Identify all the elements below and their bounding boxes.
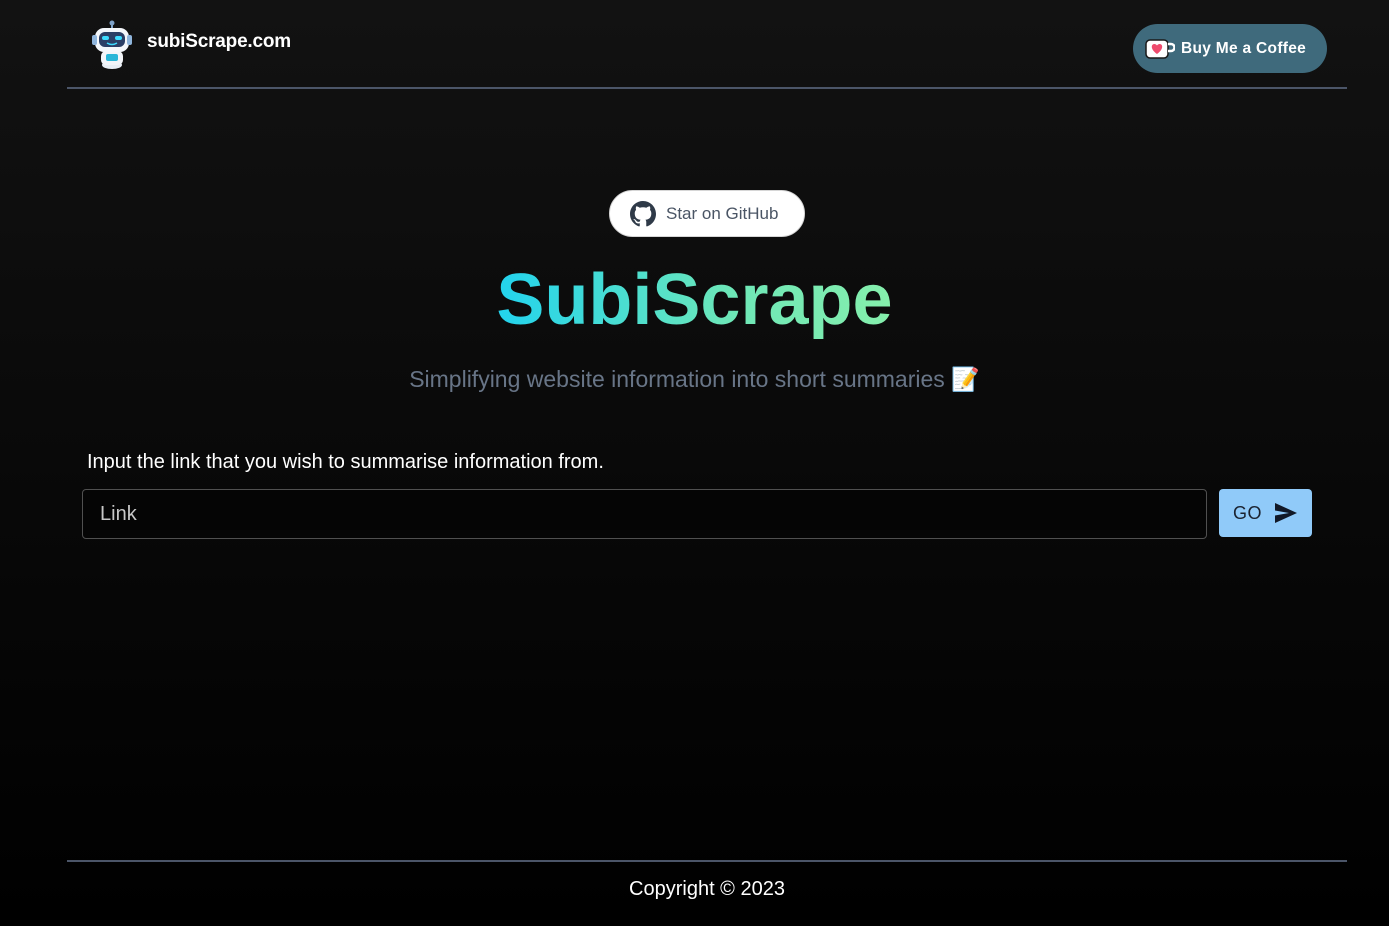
site-header: subiScrape.com Buy Me a Coffee [67, 0, 1347, 89]
copyright-text: Copyright © 2023 [629, 878, 785, 900]
page-title: SubiScrape [496, 260, 893, 340]
go-label: GO [1232, 502, 1262, 523]
site-footer: Copyright © 2023 [67, 860, 1347, 926]
memo-icon: 📝 [951, 367, 980, 393]
star-on-github-label: Star on GitHub [666, 203, 779, 223]
buy-me-a-coffee-label: Buy Me a Coffee [1181, 39, 1307, 57]
star-on-github-button[interactable]: Star on GitHub [609, 190, 805, 237]
page: subiScrape.com Buy Me a Coffee Star on G… [0, 0, 1389, 926]
coffee-cup-icon [1145, 38, 1175, 59]
send-icon [1275, 503, 1297, 523]
subtitle-text: Simplifying website information into sho… [409, 366, 945, 392]
site-name: subiScrape.com [147, 31, 291, 52]
link-input-label: Input the link that you wish to summaris… [87, 451, 604, 473]
site-logo[interactable]: subiScrape.com [87, 20, 291, 70]
github-icon [630, 200, 656, 226]
go-button[interactable]: GO [1219, 489, 1312, 537]
buy-me-a-coffee-button[interactable]: Buy Me a Coffee [1133, 24, 1327, 73]
link-input[interactable] [82, 489, 1207, 539]
page-subtitle: Simplifying website information into sho… [0, 366, 1389, 393]
robot-icon [92, 20, 132, 69]
